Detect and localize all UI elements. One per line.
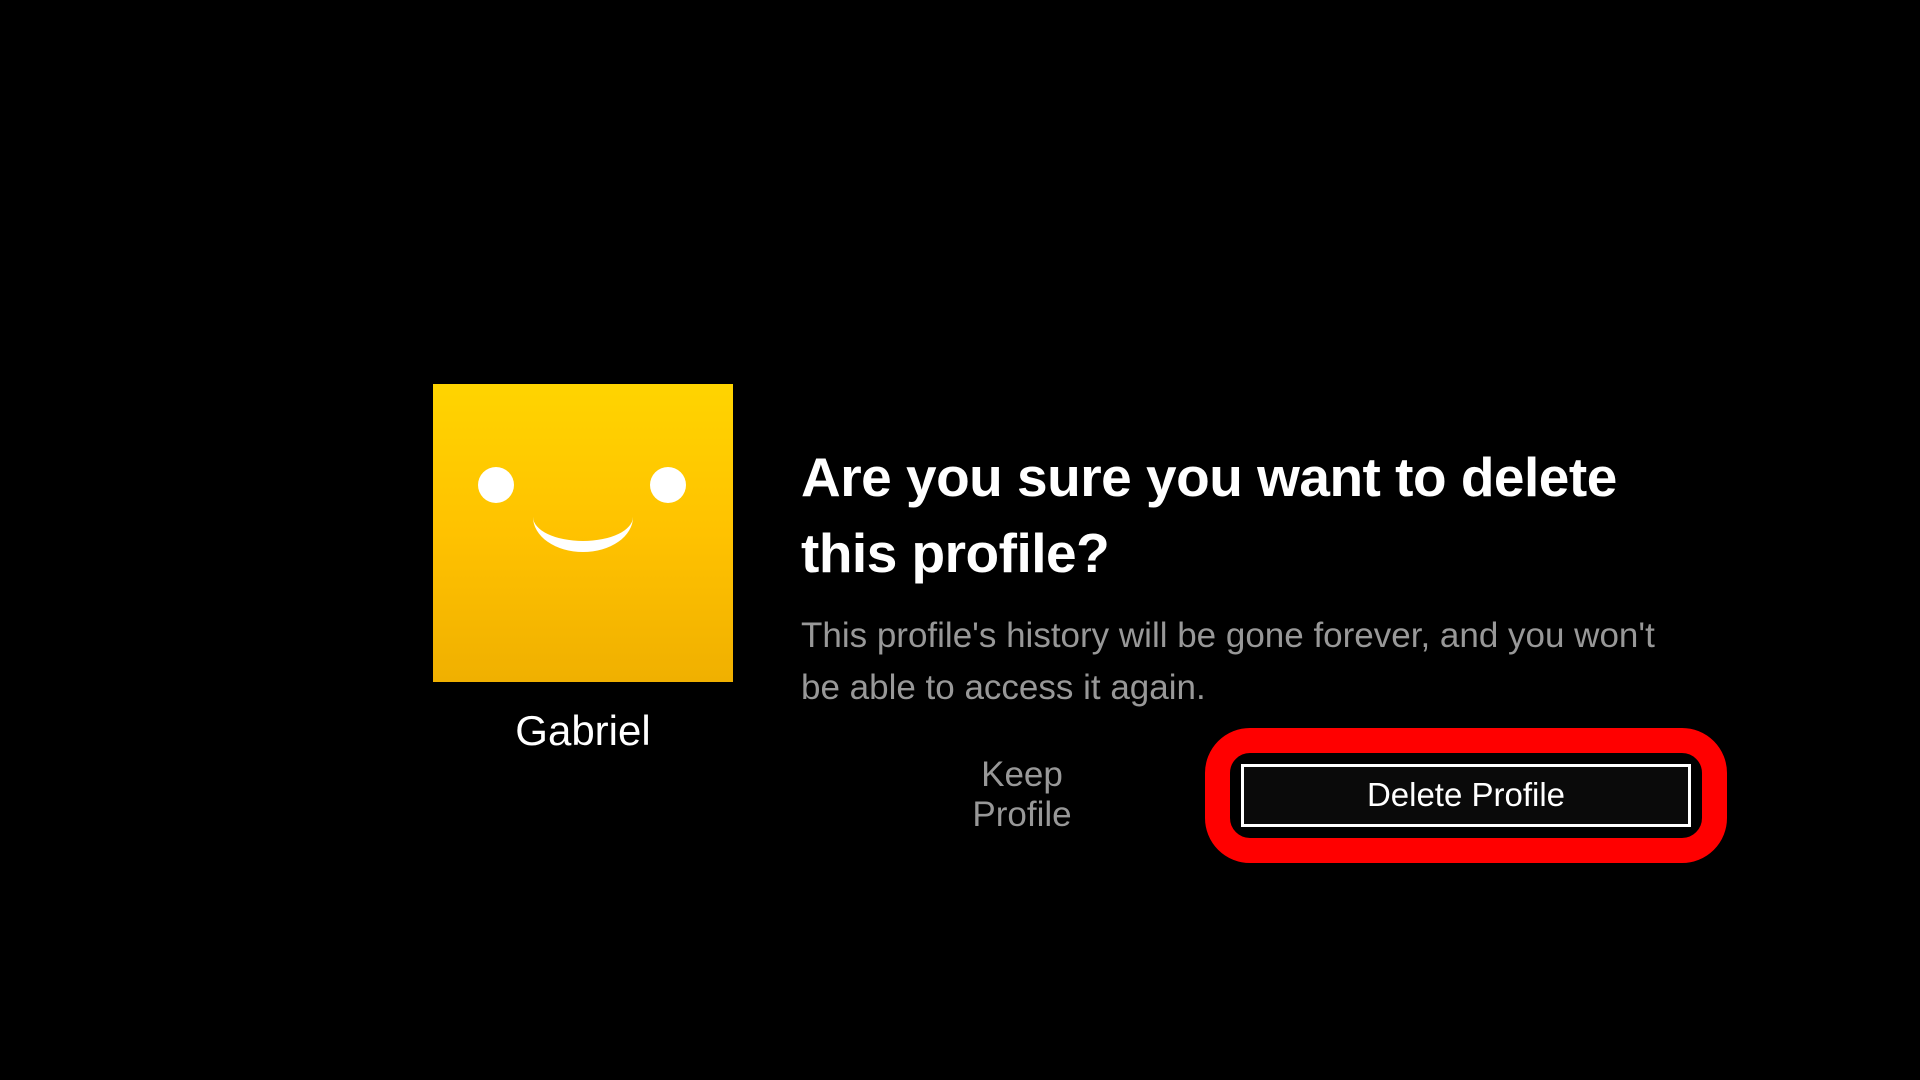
keep-profile-button[interactable]: Keep Profile: [936, 755, 1108, 835]
dialog-description: This profile's history will be gone fore…: [801, 610, 1691, 714]
profile-column: Gabriel: [433, 384, 733, 835]
dialog-content: Are you sure you want to delete this pro…: [801, 384, 1691, 835]
smiley-face-icon: [433, 384, 733, 682]
profile-avatar: [433, 384, 733, 682]
delete-profile-dialog: Gabriel Are you sure you want to delete …: [433, 384, 1691, 835]
dialog-title: Are you sure you want to delete this pro…: [801, 440, 1691, 592]
delete-profile-button[interactable]: Delete Profile: [1241, 764, 1691, 827]
delete-button-wrapper: Delete Profile: [1241, 764, 1691, 827]
button-row: Keep Profile Delete Profile: [801, 755, 1691, 835]
profile-name: Gabriel: [515, 707, 650, 755]
